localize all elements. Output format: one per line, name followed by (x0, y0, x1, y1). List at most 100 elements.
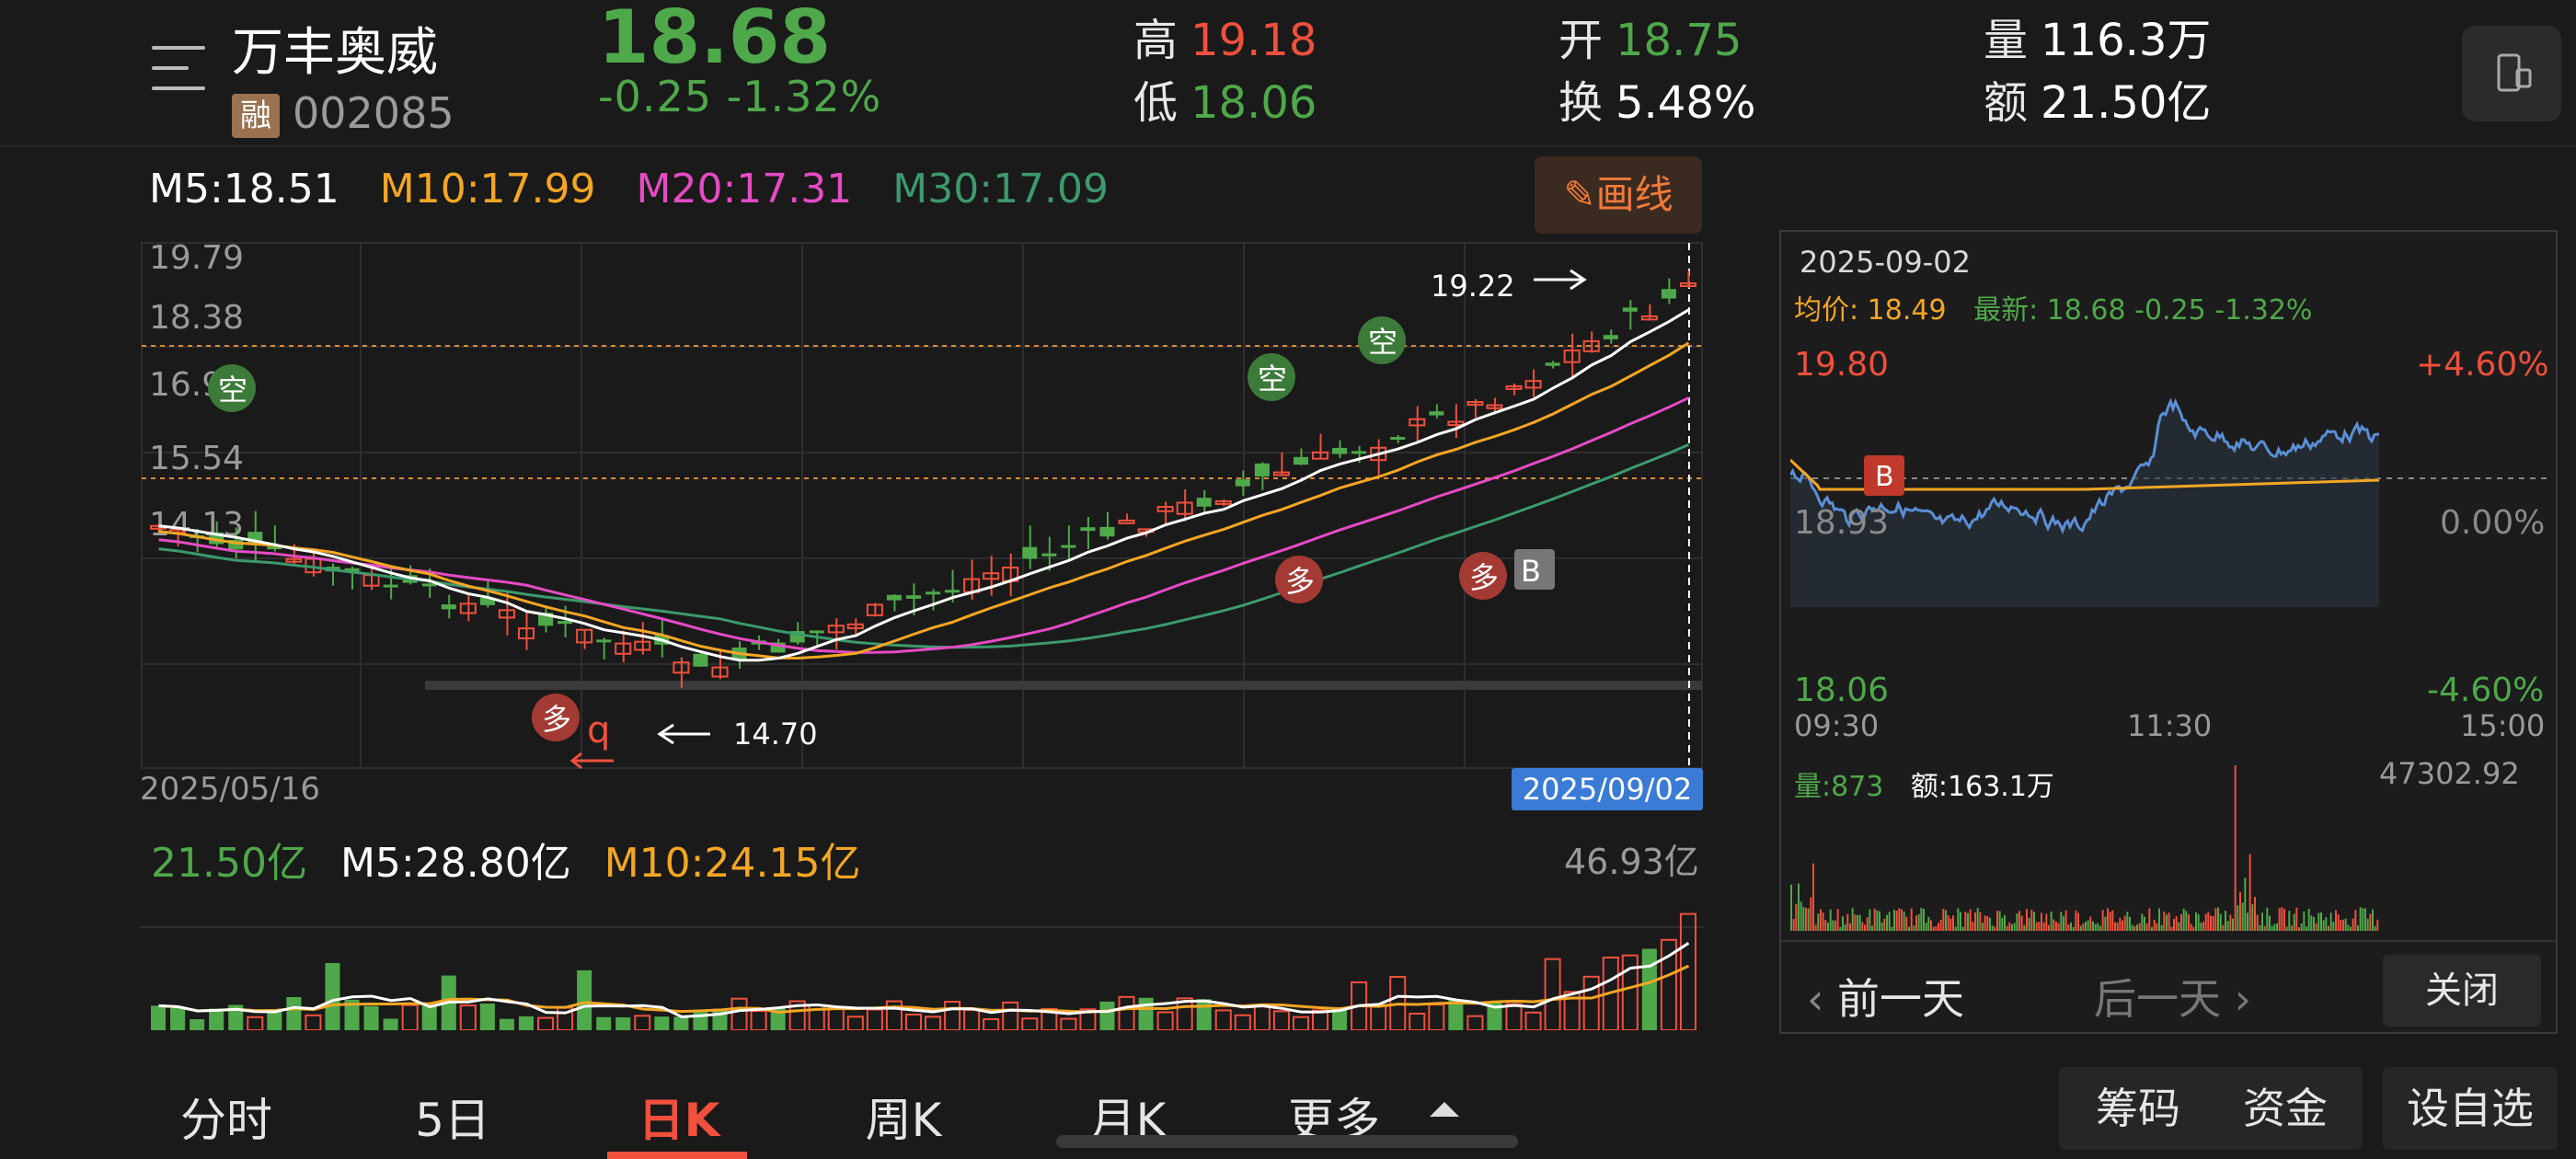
signal-badge: 多 (1459, 552, 1507, 600)
time-noon: 11:30 (2127, 708, 2213, 743)
intraday-volume-bar (2082, 924, 2085, 931)
intraday-volume-bar (2053, 919, 2055, 931)
volume-bar (750, 1010, 767, 1030)
volume-stat: 量 116.3万 (1984, 4, 2211, 68)
intraday-volume-bar (1817, 913, 1820, 931)
stock-code: 002085 (293, 88, 454, 138)
intraday-volume-bar (1908, 926, 1910, 931)
buy-marker: B (1864, 455, 1904, 496)
svg-text:B: B (1521, 554, 1541, 589)
prev-day-button[interactable]: ‹ 前一天 (1807, 966, 1964, 1027)
intraday-volume-bar (1960, 912, 1961, 931)
popup-date: 2025-09-02 (1800, 245, 1971, 280)
low-stat: 低 18.06 (1133, 66, 1317, 131)
intraday-volume-bar (1807, 908, 1810, 931)
intraday-volume-bar (1954, 926, 1957, 931)
turnover-stat: 换 5.48% (1558, 66, 1756, 131)
intraday-volume-bar (2259, 924, 2261, 931)
intraday-volume-bar (2163, 911, 2166, 931)
intraday-volume-bar (1984, 915, 1986, 931)
popup-vol-label: 量:873 (1794, 771, 1884, 803)
tab-daily-k[interactable]: 日K (596, 1084, 762, 1150)
intraday-volume-bar (1947, 914, 1949, 931)
intraday-volume-bar (1994, 926, 1996, 931)
candle-body (693, 653, 708, 667)
ma10-line (158, 341, 1690, 660)
intraday-volume-bar (1898, 908, 1901, 931)
intraday-volume-bar (1880, 922, 1883, 931)
volume-value: 116.3万 (2041, 15, 2212, 66)
volume-chart[interactable] (140, 874, 1704, 1030)
fund-flow-button[interactable]: 资金 (2212, 1067, 2359, 1150)
intraday-volume-bar (2344, 918, 2347, 931)
intraday-volume-bar (1917, 914, 1920, 931)
latest-price-label: 最新: 18.68 -0.25 -1.32% (1973, 294, 2313, 327)
candlestick-chart[interactable]: 19.7918.3816.9615.5414.13 19.22 14.70 q … (140, 241, 1704, 770)
intraday-volume-bar (1910, 908, 1913, 931)
menu-icon[interactable] (152, 46, 205, 94)
intraday-volume-bar (1805, 908, 1807, 931)
high-label: 高 (1133, 15, 1179, 66)
intraday-volume-bar (1866, 917, 1869, 931)
intraday-volume-bar (2237, 905, 2239, 931)
candle-body (383, 584, 398, 588)
intraday-volume-bar (2041, 912, 2042, 931)
intraday-volume-bar (2281, 907, 2283, 931)
intraday-volume-bar (2020, 915, 2023, 931)
intraday-volume-bar (2273, 924, 2276, 931)
add-watchlist-button[interactable]: 设自选 (2383, 1067, 2558, 1150)
next-day-button[interactable]: 后一天 › (2094, 966, 2251, 1027)
intraday-volume-bar (2151, 926, 2153, 931)
intraday-volume-bar (2254, 897, 2256, 931)
volume-bar (1466, 1015, 1484, 1030)
intraday-volume-bar (1827, 923, 1829, 931)
intraday-volume-bar (2030, 910, 2033, 931)
intraday-volume-bar (2038, 922, 2041, 931)
volume-bar (1099, 1001, 1115, 1030)
scrollbar[interactable] (1056, 1135, 1518, 1148)
intraday-volume-bar (2133, 925, 2136, 931)
intraday-volume-bar (2079, 925, 2082, 931)
intraday-volume-bar (2202, 922, 2204, 931)
draw-line-button[interactable]: ✎画线 (1535, 156, 1702, 234)
intraday-volume-bar (2234, 765, 2237, 931)
intraday-volume-bar (1814, 924, 1817, 931)
intraday-volume-bar (1991, 925, 1994, 931)
intraday-volume-bar (2104, 916, 2107, 931)
intraday-volume-bar (2313, 917, 2315, 931)
tab-5day[interactable]: 5日 (370, 1084, 535, 1150)
signal-badge: 空 (208, 364, 256, 412)
volume-bar (634, 1015, 651, 1030)
svg-text:空: 空 (1368, 325, 1397, 360)
intraday-volume-bar (2138, 923, 2141, 931)
intraday-volume-bar (1932, 926, 1935, 931)
intraday-volume-bar (2129, 916, 2131, 931)
intraday-volume-bar (2200, 923, 2202, 931)
active-tab-indicator (607, 1152, 747, 1159)
intraday-volume-bar (2126, 912, 2129, 931)
caret-up-icon[interactable] (1428, 1098, 1461, 1120)
popup-y-high: 19.80 (1794, 346, 1890, 384)
signal-badge: 多 (1275, 556, 1323, 603)
candle-body (1196, 498, 1212, 507)
close-popup-button[interactable]: 关闭 (2383, 955, 2541, 1027)
svg-text:B: B (1875, 461, 1894, 493)
tab-intraday[interactable]: 分时 (144, 1084, 309, 1150)
intraday-volume-bar (2097, 923, 2099, 931)
tab-weekly-k[interactable]: 周K (821, 1084, 986, 1150)
intraday-volume-bar (1844, 924, 1846, 931)
intraday-volume-bar (1873, 908, 1876, 931)
intraday-volume-bar (1832, 920, 1834, 931)
intraday-volume-bar (2026, 909, 2028, 931)
landscape-toggle-button[interactable] (2462, 26, 2561, 121)
volume-bar (1505, 1003, 1523, 1030)
chips-button[interactable]: 筹码 (2064, 1067, 2212, 1150)
intraday-volume-bar (1957, 908, 1960, 931)
ma30-label: M30:17.09 (892, 166, 1109, 212)
intraday-volume-bar (2180, 913, 2182, 931)
intraday-volume-bar (2322, 920, 2325, 931)
volume-bar (846, 1016, 864, 1030)
intraday-volume-bar (1846, 913, 1849, 931)
intraday-volume-bar (2166, 914, 2168, 931)
intraday-volume-bar (2131, 924, 2133, 931)
